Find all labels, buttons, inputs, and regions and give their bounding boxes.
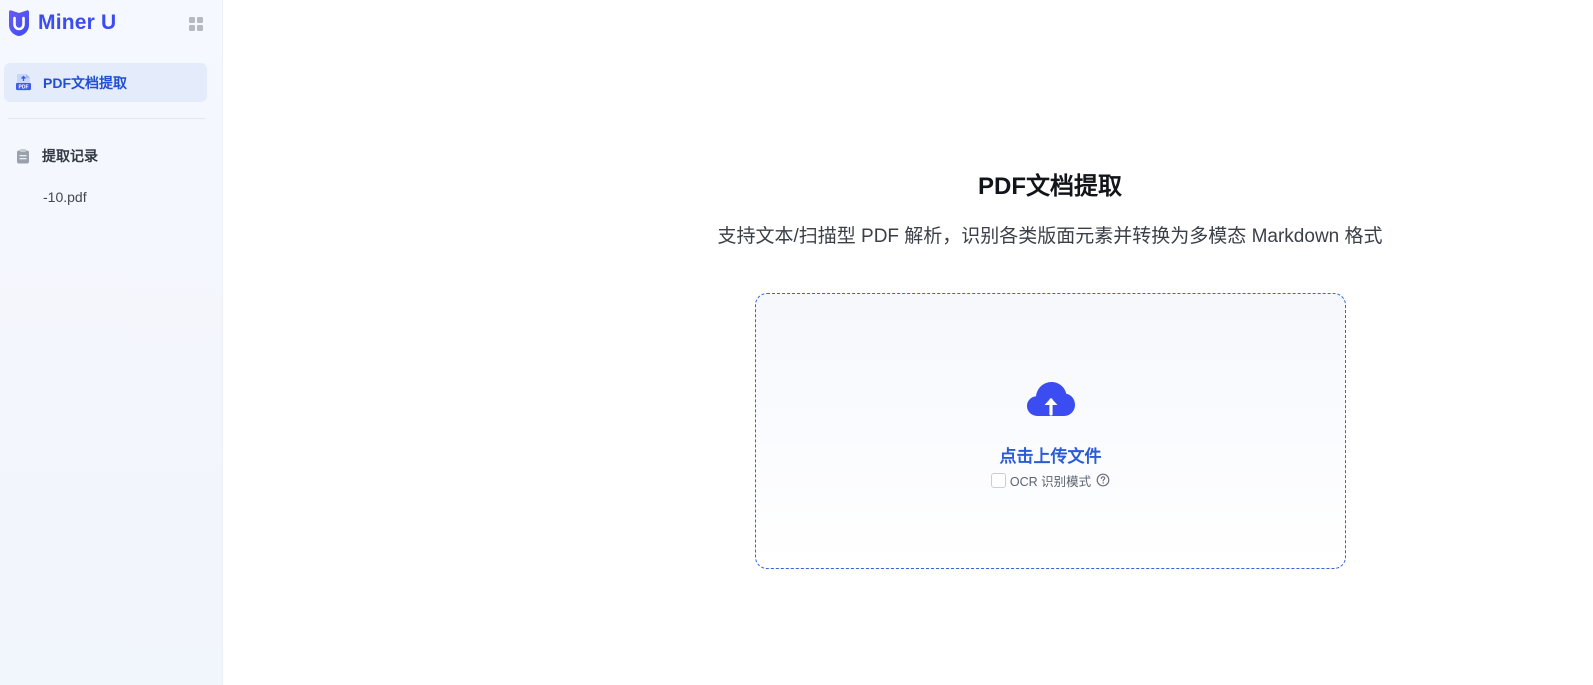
- page-title: PDF文档提取: [978, 173, 1122, 200]
- brand[interactable]: Miner U: [6, 8, 116, 38]
- sidebar-divider: [8, 118, 206, 119]
- app-root: Miner U PDF PDF文档提取 提取记录 -10.pdf PDF文档提取…: [0, 0, 1593, 685]
- sidebar: Miner U PDF PDF文档提取 提取记录 -10.pdf: [0, 0, 223, 685]
- svg-text:PDF: PDF: [19, 85, 29, 91]
- clipboard-icon: [17, 149, 29, 164]
- brand-name: Miner U: [38, 11, 117, 34]
- history-section-header: 提取记录: [16, 146, 98, 166]
- history-title: 提取记录: [42, 148, 98, 164]
- sidebar-item-label: PDF文档提取: [43, 74, 127, 91]
- ocr-option: OCR 识别模式: [756, 471, 1345, 489]
- pdf-file-icon: PDF: [16, 74, 31, 91]
- cloud-upload-icon: [1027, 382, 1075, 416]
- ocr-mode-checkbox[interactable]: [990, 472, 1006, 488]
- sidebar-toggle-grid-icon[interactable]: [188, 16, 204, 32]
- sidebar-item-pdf-extract[interactable]: PDF PDF文档提取: [4, 63, 207, 102]
- upload-label: 点击上传文件: [999, 447, 1102, 466]
- ocr-mode-label[interactable]: OCR 识别模式: [1010, 471, 1091, 490]
- history-item[interactable]: -10.pdf: [43, 187, 87, 207]
- upload-dropzone[interactable]: 点击上传文件 OCR 识别模式: [755, 293, 1346, 569]
- miner-u-logo-icon: [9, 10, 29, 36]
- question-circle-icon[interactable]: [1096, 473, 1110, 487]
- page-subtitle: 支持文本/扫描型 PDF 解析，识别各类版面元素并转换为多模态 Markdown…: [717, 226, 1383, 247]
